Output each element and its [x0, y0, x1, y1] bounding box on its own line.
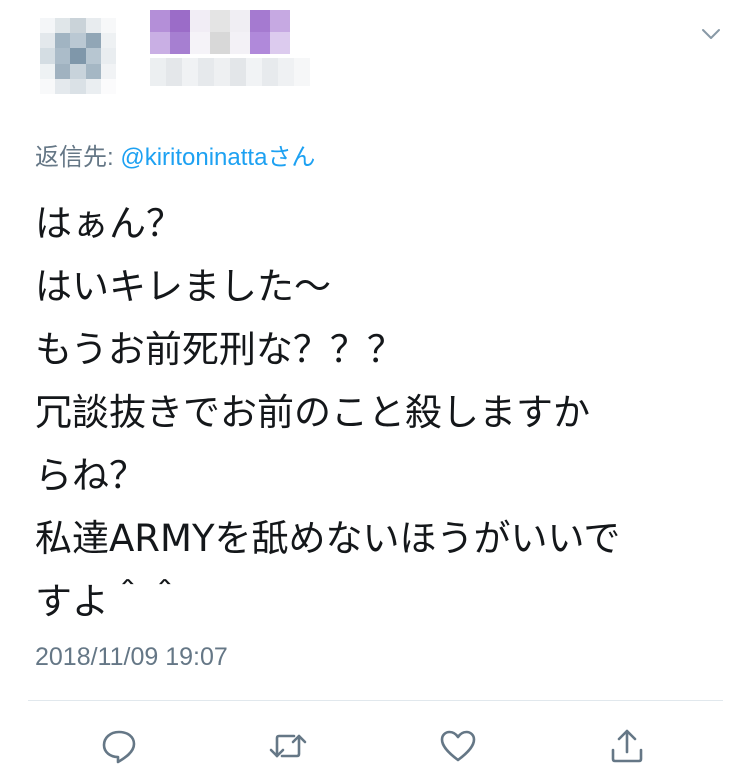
retweet-button[interactable] — [264, 722, 312, 770]
reply-to-line: 返信先: @kiritoninattaさん — [35, 142, 315, 174]
author-block[interactable] — [150, 10, 310, 88]
author-handle-pixelated — [150, 58, 310, 86]
tweet-line: もうお前死刑な？？？ — [35, 328, 404, 371]
tweet-text: はぁん？ はいキレました〜 もうお前死刑な？？？ 冗談抜きでお前のこと殺しますか… — [35, 192, 735, 633]
chevron-down-icon[interactable] — [699, 22, 723, 46]
tweet-line: すよ＾＾ — [35, 580, 183, 623]
avatar[interactable] — [40, 18, 116, 94]
share-icon — [611, 729, 643, 763]
comment-icon — [102, 730, 136, 764]
mention-handle[interactable]: @kiritoninatta — [120, 144, 267, 171]
reply-to-mention-link[interactable]: @kiritoninattaさん — [120, 144, 315, 171]
divider — [28, 700, 723, 701]
share-button[interactable] — [603, 722, 651, 770]
tweet-line: らね？ — [35, 454, 146, 497]
heart-icon — [440, 730, 476, 762]
tweet-line: 冗談抜きでお前のこと殺しますか — [35, 391, 590, 434]
reply-to-prefix: 返信先: — [35, 144, 121, 171]
mention-suffix[interactable]: さん — [267, 144, 315, 171]
like-button[interactable] — [434, 722, 482, 770]
reply-button[interactable] — [95, 722, 143, 770]
tweet-timestamp[interactable]: 2018/11/09 19:07 — [35, 640, 228, 674]
tweet-line: はぁん？ — [35, 202, 183, 245]
retweet-icon — [269, 734, 307, 758]
tweet-line: 私達ARMYを舐めないほうがいいで — [35, 517, 621, 560]
author-name-pixelated — [150, 10, 290, 54]
tweet-line: はいキレました〜 — [35, 265, 331, 308]
action-bar — [0, 722, 749, 770]
